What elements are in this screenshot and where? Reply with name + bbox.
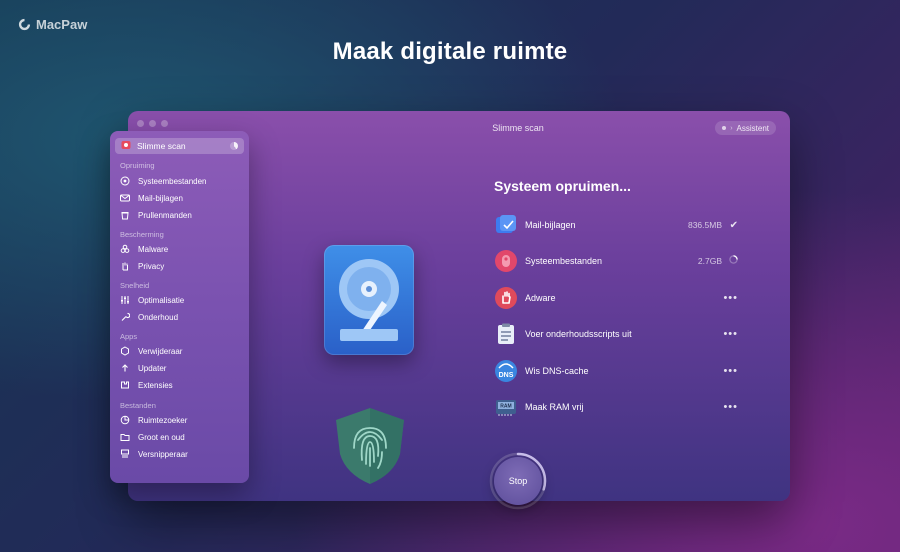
- assistant-label: Assistent: [736, 123, 769, 133]
- sidebar-item-system-junk[interactable]: Systeembestanden: [120, 175, 207, 187]
- shredder-icon: [120, 449, 130, 459]
- sidebar-item-label: Optimalisatie: [138, 295, 185, 305]
- task-row-maintenance-scripts[interactable]: Voer onderhoudsscripts uit •••: [494, 321, 740, 347]
- task-row-mail-attachments[interactable]: Mail-bijlagen 836.5MB ✔: [494, 212, 740, 238]
- task-label: Maak RAM vrij: [525, 402, 584, 412]
- more-options-icon[interactable]: •••: [723, 292, 738, 304]
- sidebar-item-space-lens[interactable]: Ruimtezoeker: [120, 414, 187, 426]
- stop-button[interactable]: Stop: [494, 457, 542, 505]
- task-row-dns-cache[interactable]: DNS Wis DNS-cache •••: [494, 358, 740, 384]
- smart-scan-icon: [121, 137, 131, 155]
- clipboard-icon: [494, 322, 518, 346]
- system-junk-icon: [494, 249, 518, 273]
- space-lens-icon: [120, 415, 130, 425]
- macpaw-logo: MacPaw: [18, 17, 87, 32]
- sidebar-item-updater[interactable]: Updater: [120, 362, 166, 374]
- task-size: 2.7GB: [697, 256, 722, 267]
- sidebar-item-uninstaller[interactable]: Verwijderaar: [120, 345, 182, 357]
- page-headline: Maak digitale ruimte: [332, 38, 568, 65]
- sidebar-item-trash-bins[interactable]: Prullenmanden: [120, 209, 192, 221]
- scan-progress-icon: [230, 142, 238, 150]
- sidebar-item-label: Versnipperaar: [138, 449, 188, 459]
- task-row-system-files[interactable]: Systeembestanden 2.7GB: [494, 248, 740, 274]
- sidebar-section-cleanup: Opruiming: [120, 161, 155, 170]
- hard-disk-icon: [339, 259, 399, 341]
- spinner-icon: [729, 255, 738, 267]
- task-label: Voer onderhoudsscripts uit: [525, 329, 632, 340]
- hard-disk-illustration: [324, 245, 414, 355]
- dns-icon: DNS: [494, 359, 518, 383]
- assistant-button[interactable]: › Assistent: [715, 121, 776, 135]
- sliders-icon: [120, 295, 130, 305]
- task-label: Systeembestanden: [525, 256, 603, 267]
- checkmark-icon: ✔: [729, 219, 738, 231]
- sidebar-item-label: Slimme scan: [137, 141, 186, 151]
- sidebar-section-protection: Bescherming: [120, 230, 164, 239]
- sidebar-section-speed: Snelheid: [120, 281, 150, 290]
- wrench-icon: [120, 312, 130, 322]
- task-size: 836.5MB: [687, 220, 722, 230]
- sidebar-section-apps: Apps: [120, 332, 138, 341]
- sidebar-item-label: Ruimtezoeker: [138, 415, 188, 425]
- assistant-dot-icon: [722, 126, 727, 130]
- sidebar-item-label: Prullenmanden: [138, 210, 192, 220]
- task-label: Mail-bijlagen: [525, 220, 576, 230]
- sidebar-item-label: Systeembestanden: [138, 176, 207, 186]
- macpaw-logo-icon: [18, 18, 31, 31]
- sidebar-item-extensions[interactable]: Extensies: [120, 379, 173, 391]
- sidebar-item-large-old[interactable]: Groot en oud: [120, 431, 185, 443]
- system-junk-icon: [120, 176, 130, 186]
- sidebar-item-label: Privacy: [138, 261, 165, 271]
- sidebar-item-smart-scan[interactable]: Slimme scan: [115, 138, 244, 154]
- folder-icon: [120, 432, 130, 442]
- sidebar-item-malware[interactable]: Malware: [120, 243, 168, 255]
- fingerprint-shield-icon: [336, 408, 404, 484]
- ram-chip-icon: RAM: [494, 395, 518, 419]
- sidebar: Slimme scan Opruiming Systeembestanden M…: [110, 131, 249, 483]
- task-row-adware[interactable]: Adware •••: [494, 285, 740, 311]
- more-options-icon[interactable]: •••: [723, 328, 738, 340]
- task-row-free-ram[interactable]: RAM Maak RAM vrij •••: [494, 394, 740, 420]
- sidebar-item-label: Mail-bijlagen: [138, 193, 183, 203]
- task-label: Wis DNS-cache: [525, 365, 589, 376]
- more-options-icon[interactable]: •••: [723, 401, 738, 413]
- sidebar-item-maintenance[interactable]: Onderhoud: [120, 311, 178, 323]
- biohazard-icon: [120, 244, 130, 254]
- extensions-icon: [120, 380, 130, 390]
- sidebar-item-optimization[interactable]: Optimalisatie: [120, 294, 184, 306]
- sidebar-item-label: Updater: [138, 363, 167, 373]
- sidebar-item-label: Malware: [138, 244, 169, 254]
- sidebar-item-label: Verwijderaar: [138, 346, 183, 356]
- sidebar-item-label: Extensies: [138, 380, 173, 390]
- svg-text:DNS: DNS: [499, 372, 514, 379]
- sidebar-item-privacy[interactable]: Privacy: [120, 260, 164, 272]
- uninstaller-icon: [120, 346, 130, 356]
- brand-name: MacPaw: [36, 17, 88, 32]
- sidebar-section-files: Bestanden: [120, 401, 156, 410]
- svg-text:RAM: RAM: [500, 404, 511, 410]
- stop-label: Stop: [508, 476, 528, 486]
- more-options-icon[interactable]: •••: [723, 365, 738, 377]
- adware-hand-icon: [494, 286, 518, 310]
- mail-icon: [120, 193, 130, 203]
- sidebar-item-label: Groot en oud: [138, 432, 185, 442]
- hand-icon: [120, 261, 130, 271]
- task-label: Adware: [525, 292, 556, 303]
- assistant-chevron-icon: ›: [730, 124, 733, 132]
- update-arrow-icon: [120, 363, 130, 373]
- trash-icon: [120, 210, 130, 220]
- stop-control: Stop: [489, 452, 547, 510]
- cleanup-title: Systeem opruimen...: [494, 178, 631, 194]
- sidebar-item-shredder[interactable]: Versnipperaar: [120, 448, 188, 460]
- sidebar-item-label: Onderhoud: [138, 312, 179, 322]
- sidebar-item-mail-attachments[interactable]: Mail-bijlagen: [120, 192, 183, 204]
- mail-attachments-icon: [494, 213, 518, 237]
